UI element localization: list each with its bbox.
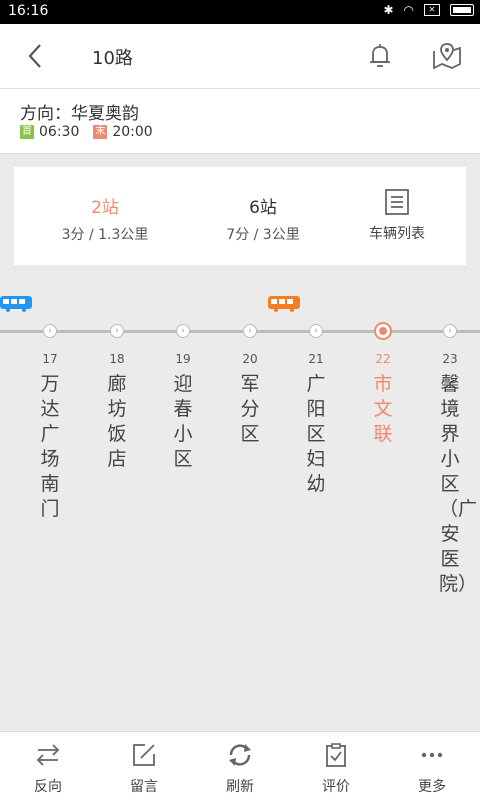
stop-number: 17	[42, 352, 58, 366]
tab-label: 留言	[130, 779, 158, 795]
bell-icon[interactable]	[366, 42, 394, 70]
tab-refresh[interactable]: 刷新	[192, 732, 288, 801]
stop-marker[interactable]: ›	[43, 324, 57, 338]
route-info: 方向：华夏奥韵 首 06:30 末 20:00	[0, 89, 480, 154]
wifi-icon: ◠	[403, 3, 414, 17]
status-bar: 16:16 ✱ ◠ ✕	[0, 0, 480, 24]
stop-name: 广阳区妇幼	[306, 373, 326, 495]
stop-marker[interactable]: ›	[110, 324, 124, 338]
nearest-bus-stat[interactable]: 2站 3分 / 1.3公里	[30, 193, 180, 244]
stop-number: 19	[175, 352, 191, 366]
route-map: › 17 万达广场南门 › 18 廊坊饭店 › 19 迎春小区 › 20 军分区 › 21 广阳区妇幼 22 市…	[0, 290, 480, 730]
route-line	[0, 330, 480, 333]
nearest-bus-detail: 3分 / 1.3公里	[61, 227, 149, 243]
stop-name: 廊坊饭店	[107, 373, 127, 470]
swap-icon	[36, 744, 60, 766]
tab-label: 评价	[322, 779, 350, 795]
tab-swap[interactable]: 反向	[0, 732, 96, 801]
stop-marker[interactable]: ›	[243, 324, 257, 338]
stop-number: 23	[442, 352, 458, 366]
refresh-icon	[229, 744, 251, 766]
clipboard-icon	[326, 743, 346, 767]
bus-blue-icon[interactable]	[0, 296, 32, 312]
stop-item[interactable]: 23 馨境界小区（广安医院）	[432, 352, 478, 597]
stop-marker[interactable]: ›	[443, 324, 457, 338]
tab-edit[interactable]: 留言	[96, 732, 192, 801]
status-time: 16:16	[8, 3, 49, 19]
list-icon	[385, 189, 409, 215]
bottom-tab-bar: 反向 留言 刷新 评价 更多	[0, 731, 480, 801]
last-bus-tag: 末	[93, 125, 108, 139]
sim-icon: ✕	[424, 4, 440, 16]
bluetooth-icon: ✱	[383, 3, 394, 17]
nearest-bus-stops: 2站	[91, 198, 119, 218]
direction-text: 方向：华夏奥韵	[20, 104, 139, 124]
tab-clipboard[interactable]: 评价	[288, 732, 384, 801]
service-times: 首 06:30 末 20:00	[20, 124, 153, 140]
first-bus-time: 06:30	[39, 124, 80, 140]
tab-label: 更多	[418, 779, 446, 795]
next-bus-stat[interactable]: 6站 7分 / 3公里	[188, 193, 338, 244]
stop-number: 21	[308, 352, 324, 366]
stop-number: 20	[242, 352, 258, 366]
arrival-summary-card: 2站 3分 / 1.3公里 6站 7分 / 3公里 车辆列表	[14, 167, 466, 265]
stop-item[interactable]: 21 广阳区妇幼	[298, 352, 334, 497]
more-icon	[421, 752, 443, 758]
map-location-icon[interactable]	[432, 42, 462, 70]
first-bus-tag: 首	[20, 125, 34, 139]
next-bus-detail: 7分 / 3公里	[226, 227, 300, 243]
stop-name: 万达广场南门	[40, 373, 60, 520]
stop-name: 军分区	[240, 373, 260, 445]
stop-item[interactable]: 17 万达广场南门	[32, 352, 68, 522]
stop-name: 迎春小区	[173, 373, 193, 470]
current-stop-marker[interactable]	[374, 322, 392, 340]
stop-number: 18	[109, 352, 125, 366]
nav-bar: 10路	[0, 24, 480, 89]
stop-marker[interactable]: ›	[309, 324, 323, 338]
next-bus-stops: 6站	[249, 198, 277, 218]
stop-item[interactable]: 18 廊坊饭店	[99, 352, 135, 472]
back-arrow-icon[interactable]	[22, 40, 50, 72]
stop-item[interactable]: 19 迎春小区	[165, 352, 201, 472]
stop-marker[interactable]: ›	[176, 324, 190, 338]
battery-icon	[450, 4, 474, 16]
stop-item[interactable]: 20 军分区	[232, 352, 268, 447]
page-title: 10路	[92, 48, 133, 69]
stop-name: 馨境界小区（广安医院）	[439, 373, 478, 595]
edit-icon	[133, 744, 155, 766]
vehicle-list-label: 车辆列表	[369, 226, 425, 242]
bus-orange-icon[interactable]	[268, 296, 300, 312]
status-icons: ✱ ◠ ✕	[383, 3, 474, 17]
vehicle-list-button[interactable]: 车辆列表	[332, 189, 462, 243]
tab-label: 刷新	[226, 779, 254, 795]
last-bus-time: 20:00	[112, 124, 153, 140]
stop-number: 22	[375, 352, 391, 366]
tab-label: 反向	[34, 779, 62, 795]
current-stop[interactable]: 22 市文联	[365, 352, 401, 447]
stop-name: 市文联	[373, 373, 393, 445]
tab-more[interactable]: 更多	[384, 732, 480, 801]
